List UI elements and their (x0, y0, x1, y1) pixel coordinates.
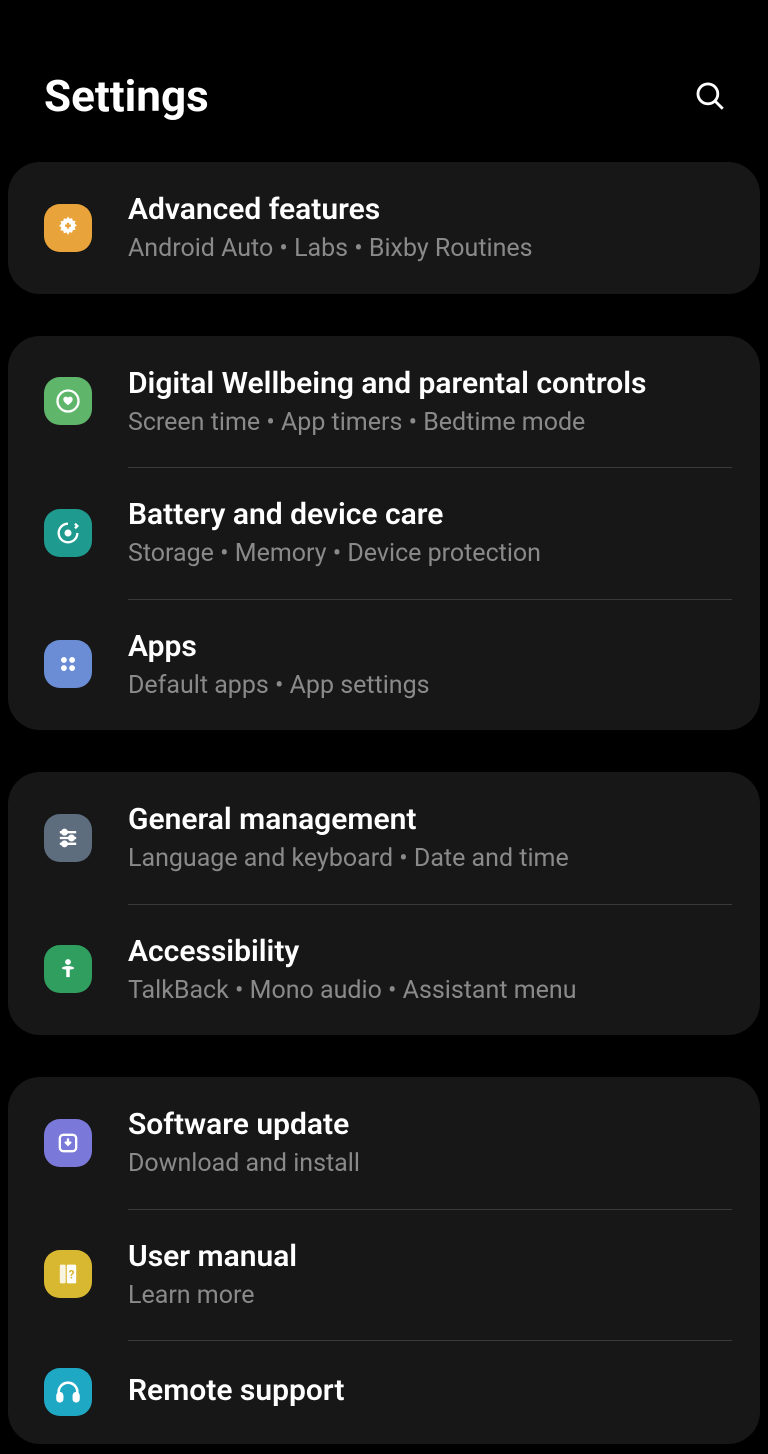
item-subtitle: TalkBack • Mono audio • Assistant menu (128, 975, 736, 1008)
item-text: Apps Default apps • App settings (128, 627, 736, 703)
settings-group: Digital Wellbeing and parental controls S… (8, 336, 760, 731)
download-circle-icon (44, 1119, 92, 1167)
search-button[interactable] (692, 78, 728, 114)
item-text: Accessibility TalkBack • Mono audio • Ass… (128, 932, 736, 1008)
item-title: General management (128, 800, 736, 839)
svg-text:?: ? (69, 1268, 75, 1282)
settings-item[interactable]: Remote support (8, 1340, 760, 1444)
settings-item[interactable]: Battery and device care Storage • Memory … (8, 467, 760, 599)
item-subtitle: Storage • Memory • Device protection (128, 538, 736, 571)
refresh-circle-icon (44, 509, 92, 557)
item-title: User manual (128, 1237, 736, 1276)
item-subtitle: Download and install (128, 1148, 736, 1181)
item-subtitle: Screen time • App timers • Bedtime mode (128, 407, 736, 440)
search-icon (693, 79, 727, 113)
sliders-icon (44, 814, 92, 862)
item-title: Advanced features (128, 190, 736, 229)
heart-circle-icon (44, 377, 92, 425)
item-text: User manual Learn more (128, 1237, 736, 1313)
item-text: Battery and device care Storage • Memory … (128, 495, 736, 571)
settings-item[interactable]: Digital Wellbeing and parental controls S… (8, 336, 760, 468)
item-text: Software update Download and install (128, 1105, 736, 1181)
settings-item[interactable]: General management Language and keyboard … (8, 772, 760, 904)
settings-item[interactable]: Accessibility TalkBack • Mono audio • Ass… (8, 904, 760, 1036)
header: Settings (0, 0, 768, 162)
item-title: Digital Wellbeing and parental controls (128, 364, 736, 403)
book-question-icon: ? (44, 1250, 92, 1298)
item-subtitle: Android Auto • Labs • Bixby Routines (128, 233, 736, 266)
settings-group: Advanced features Android Auto • Labs • B… (8, 162, 760, 294)
settings-group: Software update Download and install? User… (8, 1077, 760, 1444)
item-title: Accessibility (128, 932, 736, 971)
dots-four-icon (44, 640, 92, 688)
person-icon (44, 945, 92, 993)
item-title: Software update (128, 1105, 736, 1144)
settings-list: Advanced features Android Auto • Labs • B… (0, 162, 768, 1444)
item-title: Apps (128, 627, 736, 666)
settings-item[interactable]: Software update Download and install (8, 1077, 760, 1209)
page-title: Settings (44, 70, 209, 122)
settings-item[interactable]: Apps Default apps • App settings (8, 599, 760, 731)
settings-item[interactable]: ? User manual Learn more (8, 1209, 760, 1341)
gear-plus-icon (44, 204, 92, 252)
settings-item[interactable]: Advanced features Android Auto • Labs • B… (8, 162, 760, 294)
settings-group: General management Language and keyboard … (8, 772, 760, 1035)
item-subtitle: Default apps • App settings (128, 670, 736, 703)
item-text: General management Language and keyboard … (128, 800, 736, 876)
item-title: Battery and device care (128, 495, 736, 534)
headphones-icon (44, 1368, 92, 1416)
item-text: Advanced features Android Auto • Labs • B… (128, 190, 736, 266)
item-subtitle: Learn more (128, 1280, 736, 1313)
item-subtitle: Language and keyboard • Date and time (128, 843, 736, 876)
item-text: Remote support (128, 1371, 736, 1414)
item-text: Digital Wellbeing and parental controls S… (128, 364, 736, 440)
item-title: Remote support (128, 1371, 736, 1410)
